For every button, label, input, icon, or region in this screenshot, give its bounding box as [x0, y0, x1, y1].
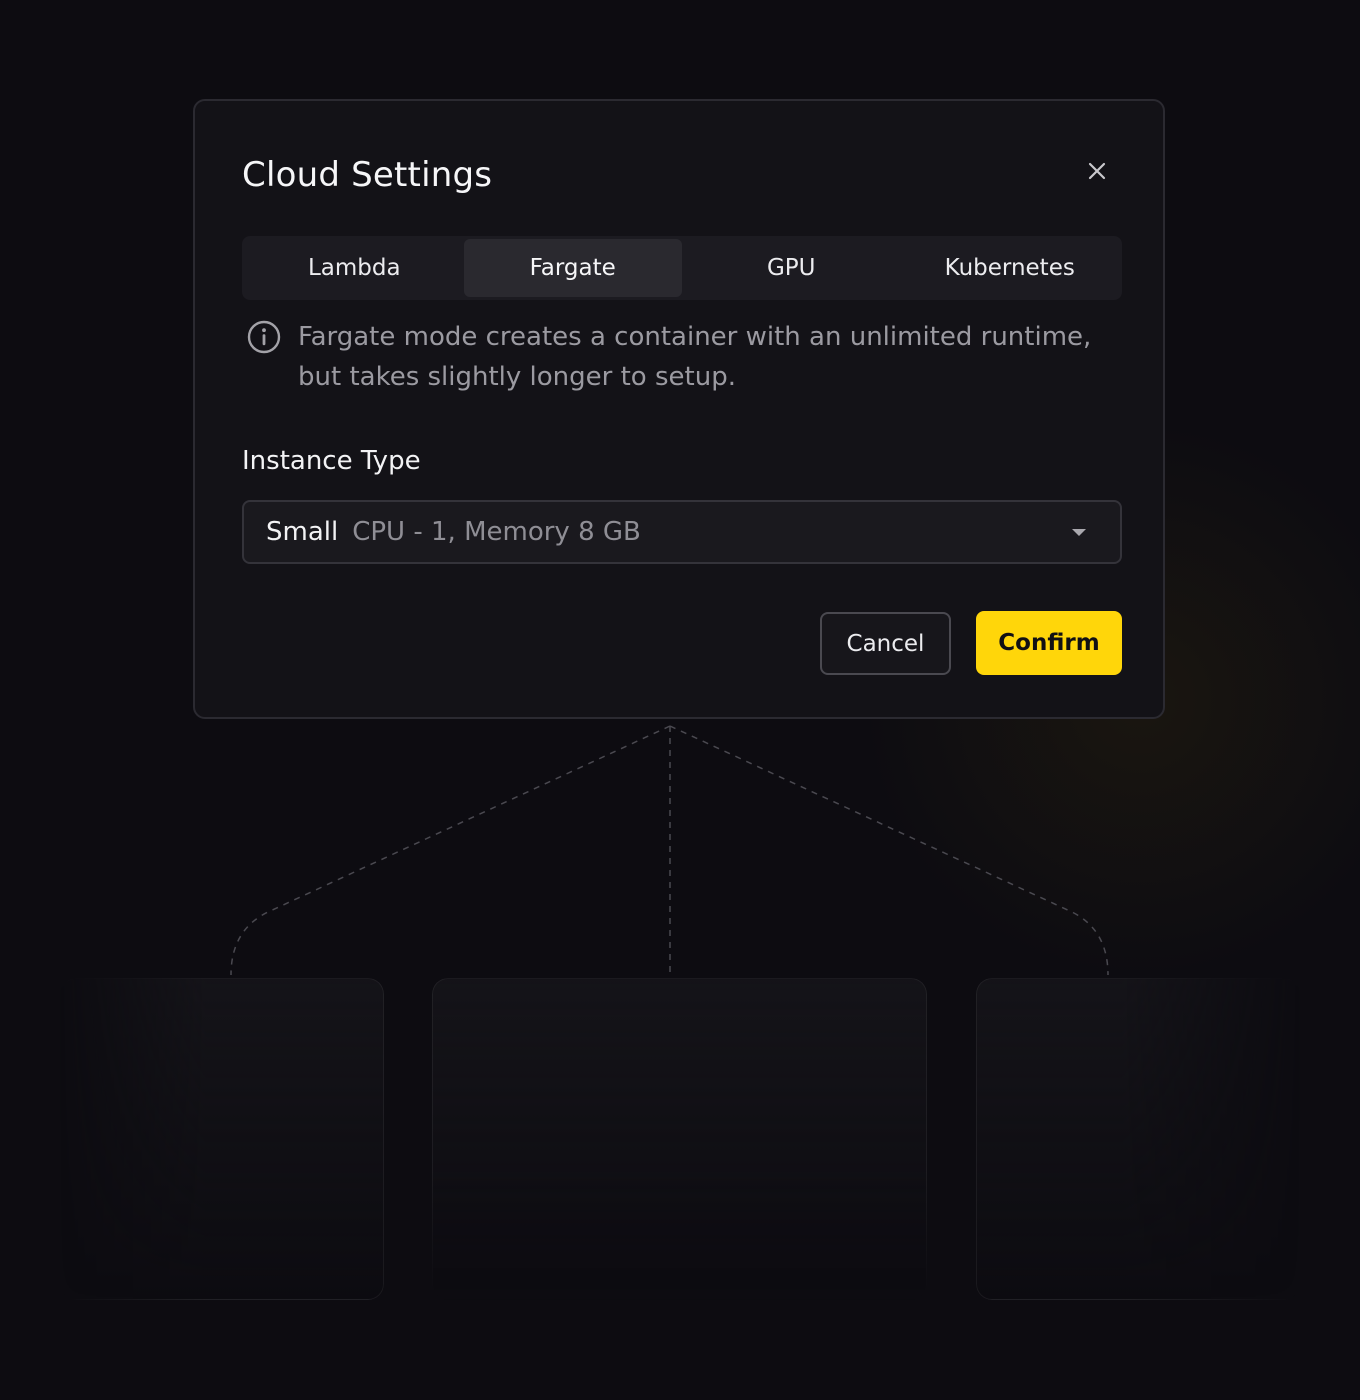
background-card-left — [60, 978, 384, 1300]
mode-tabs: Lambda Fargate GPU Kubernetes — [242, 236, 1122, 300]
tab-fargate[interactable]: Fargate — [463, 239, 682, 297]
tab-lambda[interactable]: Lambda — [245, 239, 464, 297]
connector-left — [230, 725, 671, 976]
tab-kubernetes[interactable]: Kubernetes — [901, 239, 1120, 297]
close-icon — [1088, 162, 1106, 180]
cloud-settings-modal: Cloud Settings Lambda Fargate GPU Kubern… — [193, 99, 1165, 719]
info-text: Fargate mode creates a container with an… — [298, 322, 1092, 392]
modal-title: Cloud Settings — [242, 155, 493, 195]
connector-right — [669, 725, 1109, 976]
background-card-right — [976, 978, 1300, 1300]
instance-type-name: Small — [266, 517, 339, 547]
confirm-button[interactable]: Confirm — [976, 611, 1122, 675]
cancel-button[interactable]: Cancel — [820, 612, 951, 675]
instance-type-detail: CPU - 1, Memory 8 GB — [352, 517, 641, 547]
tab-gpu[interactable]: GPU — [682, 239, 901, 297]
mode-description: Fargate mode creates a container with an… — [242, 317, 1122, 397]
background-card-center — [432, 978, 927, 1300]
caret-down-icon — [1072, 528, 1086, 536]
instance-type-select[interactable]: Small CPU - 1, Memory 8 GB — [242, 500, 1122, 564]
info-icon — [247, 320, 281, 354]
close-button[interactable] — [1079, 153, 1115, 189]
instance-type-label: Instance Type — [242, 446, 421, 476]
